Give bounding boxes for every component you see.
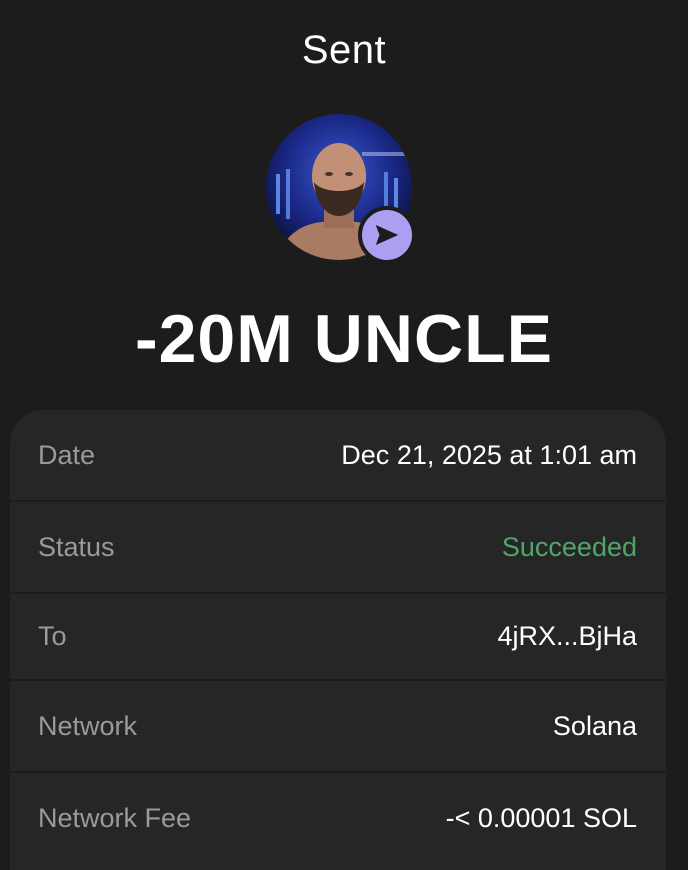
- detail-value: Solana: [552, 710, 637, 741]
- detail-row-network: Network Solana: [10, 681, 666, 771]
- transaction-details: Date Dec 21, 2025 at 1:01 am Status Succ…: [10, 410, 666, 870]
- token-avatar: [266, 114, 416, 264]
- status-value: Succeeded: [501, 531, 637, 562]
- detail-label: Status: [38, 531, 115, 562]
- page-title: Sent: [301, 28, 387, 72]
- detail-label: Network: [38, 710, 138, 741]
- detail-row-to[interactable]: To 4jRX...BjHa: [10, 594, 666, 679]
- detail-label: Network Fee: [38, 803, 192, 833]
- detail-value: -< 0.00001 SOL: [445, 803, 637, 833]
- transaction-amount: -20M UNCLE: [134, 301, 554, 377]
- send-badge: [358, 206, 416, 264]
- recipient-address[interactable]: 4jRX...BjHa: [497, 621, 637, 652]
- detail-row-network-fee: Network Fee -< 0.00001 SOL: [10, 773, 666, 870]
- send-arrow-icon: [375, 225, 399, 245]
- detail-label: To: [38, 621, 67, 651]
- detail-row-date: Date Dec 21, 2025 at 1:01 am: [10, 410, 666, 500]
- detail-label: Date: [38, 439, 96, 470]
- detail-row-status: Status Succeeded: [10, 502, 666, 592]
- detail-value: Dec 21, 2025 at 1:01 am: [341, 439, 637, 470]
